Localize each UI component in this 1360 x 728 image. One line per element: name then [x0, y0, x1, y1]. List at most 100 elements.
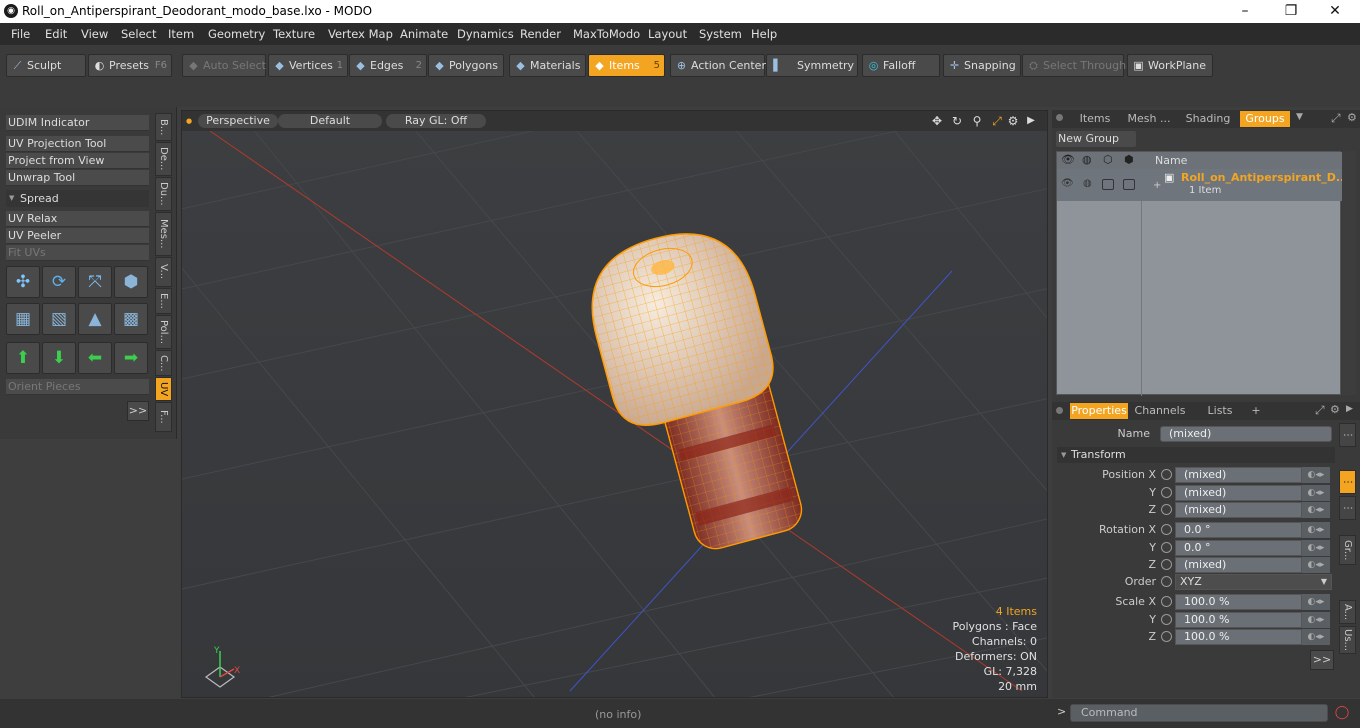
order-dropdown[interactable]: XYZ ▼ — [1175, 574, 1332, 590]
vertices-button[interactable]: ◆ Vertices 1 — [268, 54, 348, 77]
tab-dropdown-icon[interactable]: ▼ — [1296, 112, 1303, 122]
maximize-button[interactable]: ❐ — [1268, 0, 1314, 23]
viewport-menu-icon[interactable]: ● — [186, 114, 198, 128]
transform-section[interactable]: ▼ Transform — [1057, 447, 1335, 463]
strip-tab-gr[interactable]: Gr... — [1339, 535, 1356, 565]
strip-tab-active[interactable]: ⋮ — [1339, 470, 1356, 494]
scale-y-stepper[interactable]: ◐◂▸ — [1302, 612, 1330, 628]
uv-cube-icon[interactable]: ▦ — [6, 303, 40, 335]
row-visibility-icon[interactable]: 👁 — [1061, 178, 1074, 189]
tab-mesh[interactable]: Mesh ... — [1124, 111, 1174, 127]
menu-item[interactable]: Item — [168, 27, 194, 41]
fit-uvs-button[interactable]: Fit UVs — [6, 245, 149, 261]
strip-tab-1[interactable]: ⋮ — [1339, 423, 1356, 447]
tab-edge[interactable]: E... — [155, 288, 172, 314]
row-select-checkbox[interactable] — [1123, 179, 1135, 190]
scale-z-stepper[interactable]: ◐◂▸ — [1302, 629, 1330, 645]
properties-more-button[interactable]: >> — [1310, 650, 1334, 670]
raygl-dropdown[interactable]: Ray GL: Off — [386, 114, 486, 128]
more-tools-button[interactable]: >> — [127, 401, 149, 421]
menu-view[interactable]: View — [81, 27, 108, 41]
rotation-x-anim-dot[interactable] — [1161, 524, 1172, 535]
uv-pyramid-icon[interactable]: ▲ — [78, 303, 112, 335]
orient-pieces-button[interactable]: Orient Pieces — [6, 379, 149, 395]
strip-tab-a[interactable]: A... — [1339, 600, 1356, 624]
new-group-button[interactable]: New Group — [1056, 131, 1136, 147]
unwrap-tool-button[interactable]: Unwrap Tool — [6, 170, 149, 186]
tab-fusion[interactable]: F... — [155, 402, 172, 432]
position-y-field[interactable]: (mixed) — [1175, 485, 1302, 501]
uv-grid-icon[interactable]: ▧ — [42, 303, 76, 335]
render-column-icon[interactable]: ◍ — [1082, 153, 1092, 166]
tab-deform[interactable]: De... — [155, 142, 172, 176]
viewport-settings-icon[interactable]: ⚙ — [1006, 114, 1020, 128]
spread-section[interactable]: Spread — [6, 190, 149, 207]
group-row[interactable]: 👁 ◍ + ▣ Roll_on_Antiperspirant_D... 1 It… — [1057, 169, 1348, 201]
rotation-y-anim-dot[interactable] — [1161, 542, 1172, 553]
sculpt-button[interactable]: ⟋ Sculpt — [6, 54, 86, 77]
position-z-anim-dot[interactable] — [1161, 504, 1172, 515]
3d-viewport[interactable]: Y X ● Perspective Default Ray GL: Off ✥ … — [181, 110, 1048, 698]
row-render-icon[interactable]: ◍ — [1083, 178, 1092, 189]
row-expand-icon[interactable]: + — [1153, 180, 1161, 191]
tab-groups[interactable]: Groups — [1240, 111, 1290, 127]
zoom-icon[interactable]: ⚲ — [970, 114, 984, 128]
tab-properties[interactable]: Properties — [1070, 403, 1128, 419]
menu-select[interactable]: Select — [121, 27, 156, 41]
auto-select-button[interactable]: ◆ Auto Select — [182, 54, 266, 77]
panel-menu-dot-icon[interactable] — [1056, 114, 1063, 121]
tab-curve[interactable]: C... — [155, 350, 172, 376]
add-tab-button[interactable]: + — [1250, 403, 1262, 419]
menu-edit[interactable]: Edit — [45, 27, 67, 41]
scale-y-anim-dot[interactable] — [1161, 614, 1172, 625]
maximize-viewport-icon[interactable]: ⤢ — [990, 114, 1004, 128]
tab-duplicate[interactable]: Du... — [155, 177, 172, 211]
tab-channels[interactable]: Channels — [1132, 403, 1188, 419]
uv-peeler-button[interactable]: UV Peeler — [6, 228, 149, 244]
rotation-y-field[interactable]: 0.0 ° — [1175, 540, 1302, 556]
position-x-stepper[interactable]: ◐◂▸ — [1302, 467, 1330, 483]
uv-move-icon[interactable]: ✣ — [6, 266, 40, 298]
polygons-button[interactable]: ◆ Polygons — [428, 54, 504, 77]
uv-box-icon[interactable]: ▩ — [114, 303, 148, 335]
menu-system[interactable]: System — [699, 27, 742, 41]
menu-help[interactable]: Help — [751, 27, 777, 41]
name-field[interactable]: (mixed) — [1160, 426, 1332, 442]
position-z-stepper[interactable]: ◐◂▸ — [1302, 502, 1330, 518]
orbit-icon[interactable]: ↻ — [950, 114, 964, 128]
panel-expand-icon[interactable]: ⤢ — [1331, 111, 1341, 126]
presets-button[interactable]: ◐ Presets F6 — [88, 54, 172, 77]
position-x-field[interactable]: (mixed) — [1175, 467, 1302, 483]
action-center-button[interactable]: ⊕ Action Center — [670, 54, 766, 77]
properties-expand-icon[interactable]: ⤢ — [1315, 403, 1325, 418]
properties-forward-icon[interactable]: ▶ — [1346, 404, 1353, 414]
tab-vertex[interactable]: V... — [155, 257, 172, 287]
falloff-button[interactable]: ◎ Falloff — [862, 54, 940, 77]
scale-y-field[interactable]: 100.0 % — [1175, 612, 1302, 628]
command-input[interactable]: Command — [1070, 704, 1328, 722]
position-x-anim-dot[interactable] — [1161, 469, 1172, 480]
items-button[interactable]: ◆ Items 5 — [588, 54, 665, 77]
tab-items[interactable]: Items — [1070, 111, 1120, 127]
snapping-button[interactable]: ✛ Snapping — [943, 54, 1021, 77]
tab-polygon[interactable]: Pol... — [155, 315, 172, 349]
scale-x-field[interactable]: 100.0 % — [1175, 594, 1302, 610]
rotation-z-field[interactable]: (mixed) — [1175, 557, 1302, 573]
scale-x-anim-dot[interactable] — [1161, 596, 1172, 607]
properties-menu-dot-icon[interactable] — [1056, 407, 1063, 414]
project-from-view-button[interactable]: Project from View — [6, 153, 149, 169]
tab-basic[interactable]: B... — [155, 113, 172, 141]
scale-z-field[interactable]: 100.0 % — [1175, 629, 1302, 645]
viewport-expand-icon[interactable]: ▶ — [1024, 114, 1038, 128]
menu-geometry[interactable]: Geometry — [208, 27, 265, 41]
rotation-z-anim-dot[interactable] — [1161, 559, 1172, 570]
align-down-icon[interactable]: ⬇ — [42, 342, 76, 374]
pan-icon[interactable]: ✥ — [930, 114, 944, 128]
uv-scale-icon[interactable]: ⤧ — [78, 266, 112, 298]
uv-relax-button[interactable]: UV Relax — [6, 211, 149, 227]
align-left-icon[interactable]: ⬅ — [78, 342, 112, 374]
groups-scrollbar[interactable] — [1342, 151, 1356, 395]
rotation-y-stepper[interactable]: ◐◂▸ — [1302, 540, 1330, 556]
menu-dynamics[interactable]: Dynamics — [457, 27, 514, 41]
symmetry-button[interactable]: ▌ Symmetry — [766, 54, 858, 77]
